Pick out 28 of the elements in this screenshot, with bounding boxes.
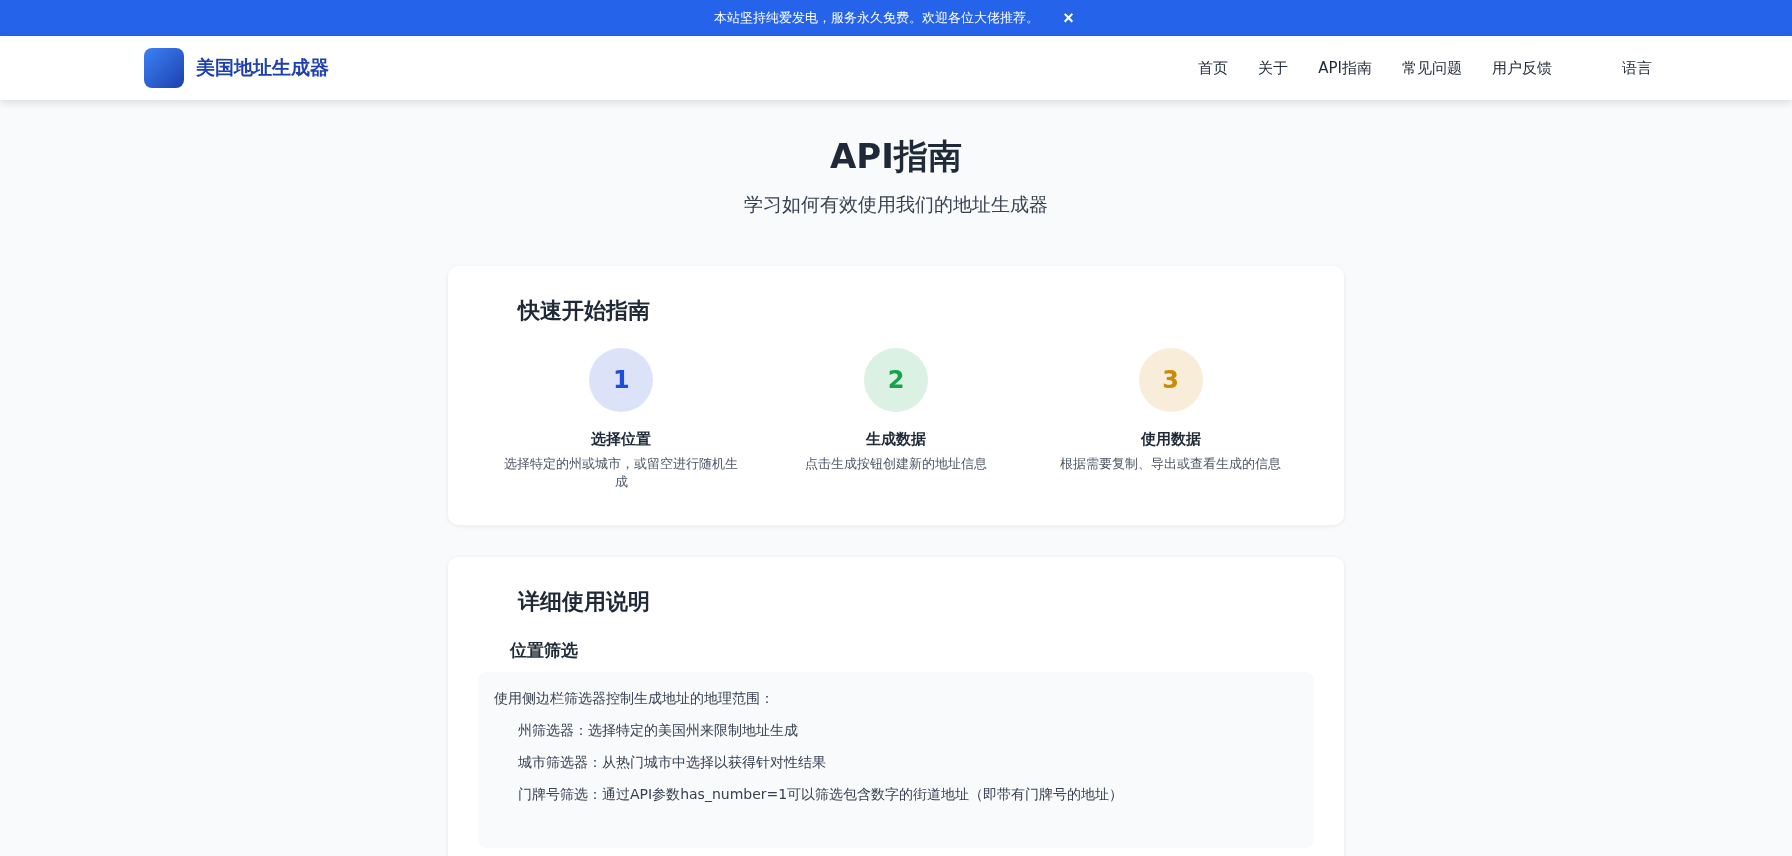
page-title: API指南 (830, 135, 962, 178)
logo-icon (144, 48, 184, 88)
list-item: 城市筛选器：从热门城市中选择以获得针对性结果 (518, 754, 827, 773)
intro-text: 使用侧边栏筛选器控制生成地址的地理范围： (494, 690, 775, 709)
step-description: 点击生成按钮创建新的地址信息 (805, 455, 987, 473)
section-title: 位置筛选 (510, 639, 579, 663)
notice-text: 本站坚持纯爱发电，服务永久免费。欢迎各位大佬推荐。 (714, 9, 1040, 27)
close-button[interactable]: × (1059, 7, 1078, 29)
step-circle: 1 (589, 348, 654, 412)
page-subtitle: 学习如何有效使用我们的地址生成器 (744, 192, 1048, 217)
step-title: 选择位置 (591, 430, 652, 449)
step-title: 使用数据 (1140, 430, 1201, 449)
card-title: 详细使用说明 (518, 588, 651, 617)
nav-link[interactable]: 关于 (1258, 58, 1289, 78)
step-description: 选择特定的州或城市，或留空进行随机生成 (504, 455, 739, 492)
list-item: 门牌号筛选：通过API参数has_number=1可以筛选包含数字的街道地址（即带有门牌号的地址） (518, 786, 1125, 805)
card-title: 快速开始指南 (518, 297, 651, 325)
brand-name: 美国地址生成器 (196, 55, 329, 80)
step-description: 根据需要复制、导出或查看生成的信息 (1060, 455, 1282, 473)
step-title: 生成数据 (866, 430, 926, 449)
step-circle: 3 (1138, 348, 1203, 412)
step-circle: 2 (864, 348, 928, 412)
nav-link[interactable]: 语言 (1622, 58, 1652, 78)
nav-link[interactable]: API指南 (1318, 58, 1372, 78)
list-item: 州筛选器：选择特定的美国州来限制地址生成 (518, 722, 799, 741)
nav-link[interactable]: 首页 (1198, 58, 1229, 78)
nav-link[interactable]: 常见问题 (1402, 58, 1462, 78)
nav-link[interactable]: 用户反馈 (1492, 58, 1552, 78)
